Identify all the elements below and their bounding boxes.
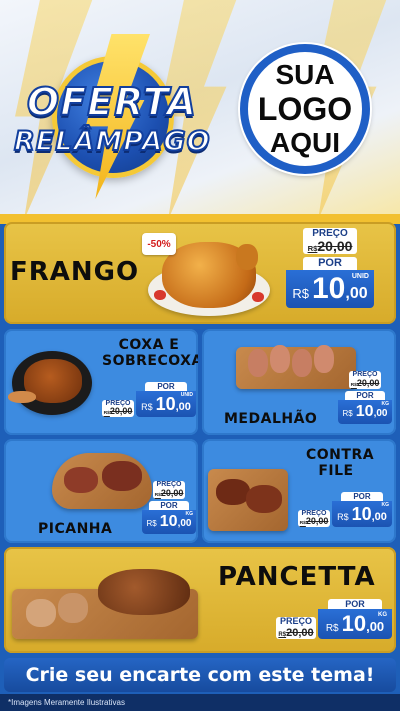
- product-name-pancetta: PANCETTA: [218, 562, 376, 592]
- price-box-frango: PREÇO R$20,00 POR R$ 10 ,00 UNID: [286, 228, 374, 309]
- logo-placeholder: SUA LOGO AQUI: [240, 44, 370, 174]
- product-name-line2: FILE: [318, 463, 354, 480]
- new-price: R$ 10 ,00 KG: [332, 501, 392, 528]
- new-price: R$ 10 ,00 UNID: [286, 270, 374, 309]
- new-price-cents: ,00: [366, 619, 385, 635]
- new-price-label: POR: [145, 382, 187, 392]
- product-card-pancetta: PANCETTA PREÇO R$20,00 POR R$ 10 ,00 KG: [4, 547, 396, 653]
- new-price-int: 10: [312, 272, 346, 306]
- new-price-label: POR: [345, 390, 385, 400]
- logo-text-line3: AQUI: [270, 127, 340, 158]
- old-price: R$20,00: [303, 238, 357, 255]
- new-price: R$ 10 ,00 KG: [338, 399, 392, 424]
- new-price-cents: ,00: [371, 511, 387, 524]
- new-price-int: 10: [159, 512, 178, 530]
- sliced-picanha-image: [48, 443, 156, 513]
- price-unit: KG: [185, 510, 194, 517]
- price-unit: KG: [381, 400, 390, 407]
- new-price-currency: R$: [146, 518, 157, 528]
- new-price-label: POR: [341, 492, 383, 502]
- product-name-coxa: COXA E SOBRECOXA: [102, 337, 198, 370]
- price-box-medalhao: PREÇO R$20,00 POR R$ 10 ,00 KG: [338, 371, 392, 424]
- new-price-label: POR: [149, 500, 189, 510]
- new-price-int: 10: [341, 611, 367, 637]
- new-price-int: 10: [351, 504, 372, 525]
- new-price-label: POR: [303, 257, 357, 271]
- product-card-coxa: COXA E SOBRECOXA PREÇO R$20,00 POR R$ 10…: [4, 329, 198, 435]
- grilled-steak-image: [206, 463, 290, 537]
- promo-title-line1: OFERTA: [26, 79, 198, 125]
- price-box-coxa: PREÇO R$20,00 POR R$ 10 ,00 UNID: [102, 382, 196, 418]
- price-unit: UNID: [180, 392, 193, 399]
- product-name-line2: SOBRECOXA: [102, 353, 198, 370]
- new-price-cents: ,00: [175, 401, 191, 414]
- promo-title-line2: RELÂMPAGO: [13, 125, 211, 158]
- product-name-line1: COXA E: [118, 337, 180, 353]
- old-price-value: 20,00: [286, 627, 314, 640]
- new-price-currency: R$: [325, 623, 339, 635]
- old-price-value: 20,00: [305, 516, 329, 527]
- product-name-picanha: PICANHA: [38, 521, 113, 537]
- new-price: R$ 10 ,00 KG: [318, 609, 392, 640]
- old-price: R$20,00: [298, 516, 330, 528]
- new-price-currency: R$: [337, 512, 349, 523]
- old-price-label: PREÇO: [276, 616, 316, 628]
- old-price-currency: R$: [278, 632, 287, 639]
- new-price-currency: R$: [141, 402, 153, 413]
- price-box-picanha: PREÇO R$20,00 POR R$ 10 ,00 KG: [142, 481, 196, 534]
- logo-text-line1: SUA: [275, 59, 335, 90]
- logo-text-line2: LOGO: [257, 91, 353, 127]
- price-unit: KG: [381, 502, 390, 509]
- old-price-value: 20,00: [109, 406, 133, 417]
- new-price-currency: R$: [342, 408, 353, 418]
- new-price: R$ 10 ,00 UNID: [136, 391, 196, 418]
- product-name-line1: CONTRA: [306, 447, 375, 463]
- product-name-frango: FRANGO: [10, 257, 140, 287]
- old-price-value: 20,00: [356, 377, 380, 388]
- pancetta-roast-image: [8, 559, 204, 647]
- product-card-contrafile: CONTRA FILE PREÇO R$20,00 POR R$ 10 ,00 …: [202, 439, 396, 543]
- new-price-label: POR: [328, 599, 382, 610]
- discount-badge: -50%: [142, 233, 176, 255]
- product-card-frango: FRANGO -50% PREÇO R$20,00 POR R$ 10 ,00 …: [4, 222, 396, 324]
- old-price: R$20,00: [102, 406, 134, 418]
- new-price-cents: ,00: [345, 285, 368, 303]
- old-price-value: 20,00: [317, 238, 353, 254]
- old-price: R$20,00: [153, 487, 185, 499]
- old-price-value: 20,00: [160, 487, 184, 498]
- new-price-int: 10: [355, 402, 374, 420]
- new-price-cents: ,00: [373, 407, 388, 419]
- product-card-picanha: PICANHA PREÇO R$20,00 POR R$ 10 ,00 KG: [4, 439, 198, 543]
- header-banner: OFERTA RELÂMPAGO SUA LOGO AQUI: [0, 0, 400, 218]
- new-price-int: 10: [155, 394, 176, 415]
- new-price-currency: R$: [292, 286, 309, 302]
- price-box-contrafile: PREÇO R$20,00 POR R$ 10 ,00 KG: [298, 492, 392, 528]
- new-price: R$ 10 ,00 KG: [142, 509, 196, 534]
- product-name-medalhao: MEDALHÃO: [224, 411, 318, 427]
- illustrative-images-note: *Imagens Meramente Ilustrativas: [0, 694, 400, 711]
- old-price: R$20,00: [349, 377, 381, 389]
- price-unit: KG: [378, 612, 387, 619]
- old-price-currency: R$: [307, 244, 318, 253]
- promo-badge: OFERTA RELÂMPAGO: [13, 34, 211, 199]
- product-card-medalhao: MEDALHÃO PREÇO R$20,00 POR R$ 10 ,00 KG: [202, 329, 396, 435]
- create-flyer-button[interactable]: Crie seu encarte com este tema!: [4, 658, 396, 692]
- old-price: R$20,00: [276, 627, 316, 640]
- product-name-contrafile: CONTRA FILE: [306, 447, 375, 480]
- chicken-leg-pan-image: [8, 343, 104, 423]
- price-unit: UNID: [351, 273, 369, 281]
- price-box-pancetta: PREÇO R$20,00 POR R$ 10 ,00 KG: [276, 599, 392, 640]
- new-price-cents: ,00: [177, 517, 192, 529]
